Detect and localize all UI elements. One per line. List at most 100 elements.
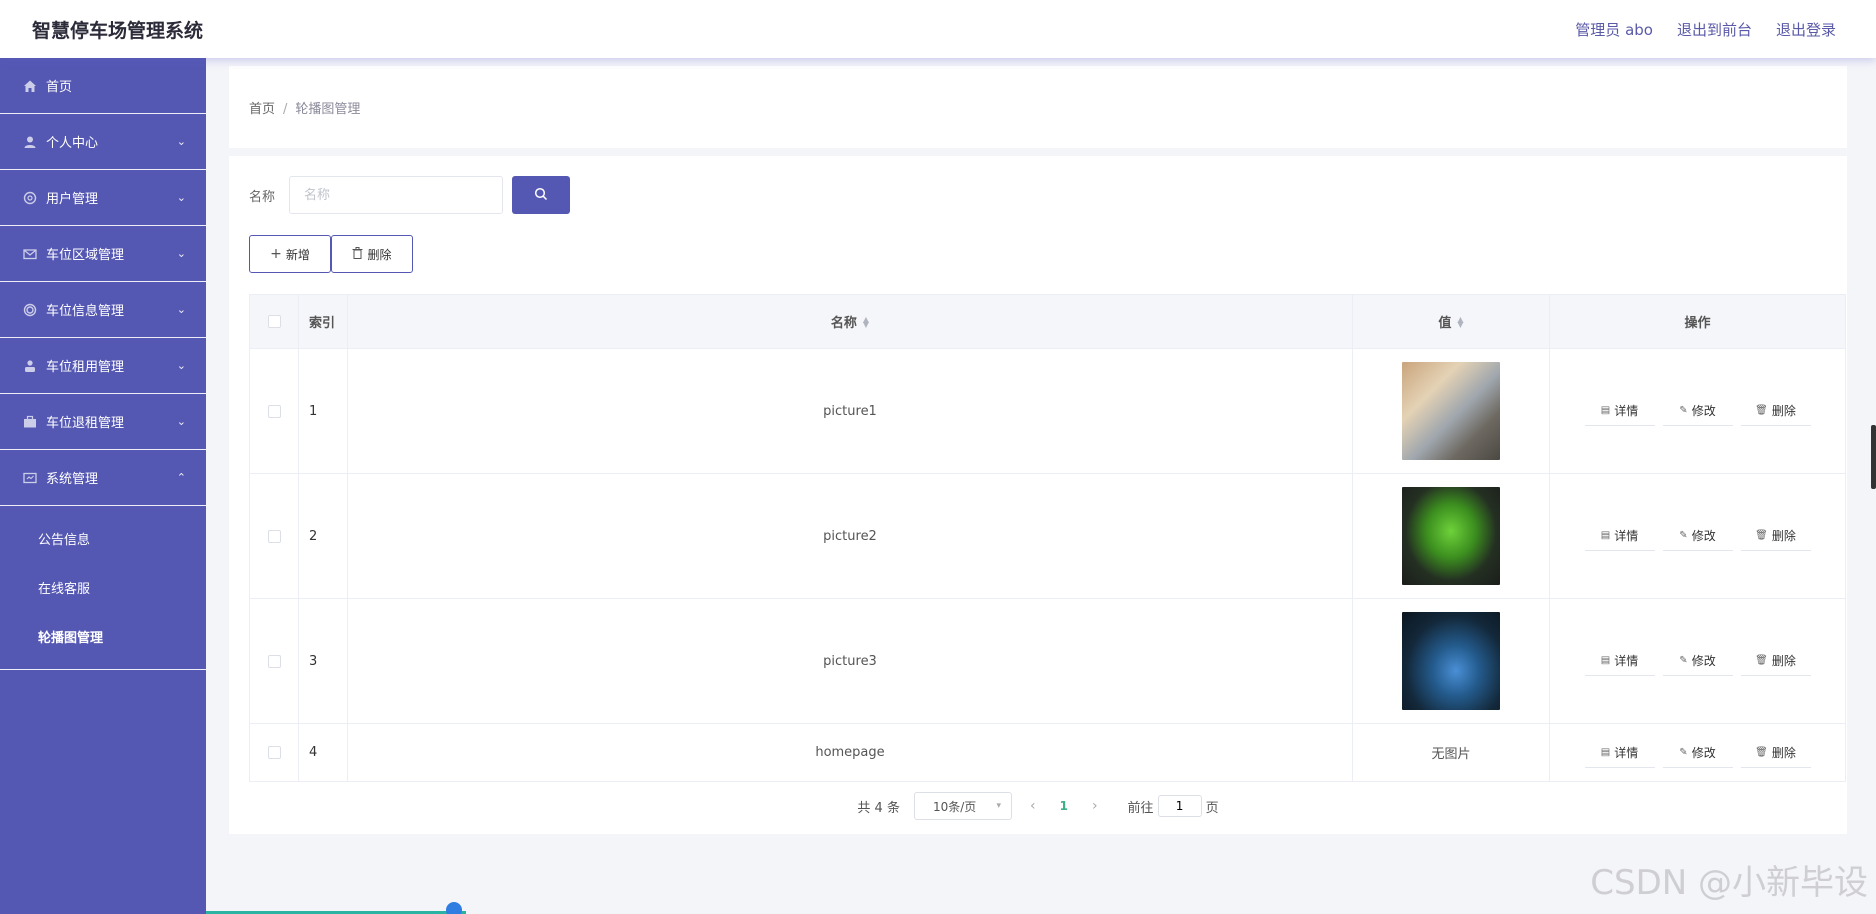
select-all-checkbox[interactable] (267, 315, 281, 328)
detail-button[interactable]: ▤ 详情 (1584, 521, 1655, 551)
row-checkbox-cell (250, 349, 299, 473)
search-input[interactable] (289, 176, 503, 214)
row-value: 无图片 (1353, 724, 1550, 781)
goto-page: 前往 页 (1128, 795, 1219, 817)
sidebar-item-label: 车位退租管理 (46, 416, 125, 431)
edit-label: 修改 (1691, 654, 1716, 668)
sidebar-item-parking-return[interactable]: 车位退租管理 ⌄ (0, 394, 206, 450)
submenu-item-online-service[interactable]: 在线客服 (0, 563, 206, 612)
goto-label: 前往 (1127, 800, 1154, 816)
sidebar-item-user-management[interactable]: 用户管理 ⌄ (0, 170, 206, 226)
chevron-down-icon: ⌄ (176, 246, 186, 260)
right-scrollbar[interactable] (1871, 425, 1876, 489)
trash-icon: 🗑 (1755, 530, 1768, 541)
header-name[interactable]: 名称 ▲ ▼ (348, 295, 1353, 348)
row-checkbox[interactable] (267, 529, 281, 543)
sidebar-item-label: 车位信息管理 (46, 304, 125, 319)
edit-button[interactable]: ✎ 修改 (1662, 396, 1733, 426)
detail-button[interactable]: ▤ 详情 (1584, 737, 1655, 768)
current-page-number[interactable]: 1 (1054, 799, 1074, 813)
watermark: CSDN @小新毕设 (1590, 863, 1868, 903)
row-checkbox-cell (250, 474, 299, 598)
detail-label: 详情 (1614, 404, 1639, 418)
plus-icon: + (270, 246, 282, 262)
edit-button[interactable]: ✎ 修改 (1662, 521, 1733, 551)
row-index: 4 (299, 724, 348, 781)
breadcrumb-current: 轮播图管理 (295, 102, 361, 117)
next-page-button[interactable]: › (1086, 798, 1104, 814)
trash-icon: 🗑 (1755, 405, 1768, 416)
prev-page-button[interactable]: ‹ (1024, 798, 1042, 814)
chevron-down-icon: ▾ (996, 801, 1001, 811)
add-button[interactable]: + 新增 (249, 235, 331, 273)
page-size-select[interactable]: 10条/页 ▾ (913, 792, 1012, 820)
edit-button[interactable]: ✎ 修改 (1662, 646, 1733, 676)
page-suffix: 页 (1205, 800, 1219, 816)
document-icon: ▤ (1600, 746, 1611, 758)
goto-page-input[interactable] (1157, 795, 1202, 817)
header-checkbox-cell (250, 295, 299, 348)
ring-icon (22, 302, 38, 318)
row-checkbox[interactable] (267, 746, 281, 759)
chevron-down-icon: ⌄ (176, 302, 186, 316)
row-checkbox[interactable] (267, 404, 281, 418)
sidebar-item-parking-area[interactable]: 车位区域管理 ⌄ (0, 226, 206, 282)
row-index: 1 (299, 349, 348, 473)
detail-button[interactable]: ▤ 详情 (1584, 646, 1655, 676)
row-name: picture2 (348, 474, 1353, 598)
delete-label: 删除 (1771, 654, 1796, 668)
sidebar-item-home[interactable]: 首页 (0, 58, 206, 114)
submenu-item-carousel[interactable]: 轮播图管理 (0, 612, 206, 661)
car-thumbnail-image[interactable] (1402, 612, 1500, 710)
delete-button[interactable]: 🗑 删除 (1740, 521, 1811, 551)
search-label: 名称 (249, 190, 276, 205)
sidebar-item-parking-info[interactable]: 车位信息管理 ⌄ (0, 282, 206, 338)
header-name-label: 名称 (830, 316, 857, 331)
delete-label: 删除 (1771, 529, 1796, 543)
delete-button[interactable]: 🗑 删除 (1740, 737, 1811, 768)
page-size-value: 10条/页 (932, 799, 977, 814)
row-index: 2 (299, 474, 348, 598)
sidebar-item-personal-center[interactable]: 个人中心 ⌄ (0, 114, 206, 170)
admin-user-link[interactable]: 管理员 abo (1575, 19, 1653, 40)
logout-link[interactable]: 退出登录 (1776, 19, 1836, 40)
edit-button[interactable]: ✎ 修改 (1662, 737, 1733, 768)
search-button[interactable] (512, 176, 570, 214)
edit-label: 修改 (1691, 745, 1716, 760)
home-icon (22, 78, 38, 94)
pencil-icon: ✎ (1679, 655, 1688, 666)
sidebar-item-label: 个人中心 (46, 136, 99, 151)
table-header-row: 索引 名称 ▲ ▼ 值 ▲ ▼ 操作 (250, 295, 1845, 349)
breadcrumb-card: 首页 / 轮播图管理 (229, 66, 1847, 148)
header-value-label: 值 (1438, 316, 1452, 331)
row-index: 3 (299, 599, 348, 723)
sidebar: 首页 个人中心 ⌄ 用户管理 ⌄ 车位区域管理 ⌄ 车位信息管理 ⌄ 车位租用管… (0, 58, 206, 914)
delete-button[interactable]: 🗑 删除 (1740, 396, 1811, 426)
breadcrumb-separator: / (283, 102, 288, 117)
header-value[interactable]: 值 ▲ ▼ (1353, 295, 1550, 348)
car-thumbnail-image[interactable] (1402, 487, 1500, 585)
row-actions: ▤ 详情 ✎ 修改 🗑 删除 (1550, 349, 1845, 473)
car-thumbnail-image[interactable] (1402, 362, 1500, 460)
sort-icon[interactable]: ▲ ▼ (1457, 315, 1463, 328)
sidebar-item-label: 首页 (46, 80, 73, 95)
sort-icon[interactable]: ▲ ▼ (863, 315, 869, 328)
delete-button[interactable]: 🗑 删除 (1740, 646, 1811, 676)
breadcrumb: 首页 / 轮播图管理 (249, 98, 360, 117)
trash-icon (352, 246, 363, 262)
document-icon: ▤ (1600, 530, 1611, 541)
row-actions: ▤ 详情 ✎ 修改 🗑 删除 (1550, 474, 1845, 598)
breadcrumb-home[interactable]: 首页 (249, 102, 275, 117)
header-actions: 操作 (1684, 316, 1711, 331)
settings-icon (22, 470, 38, 486)
sidebar-item-parking-rent[interactable]: 车位租用管理 ⌄ (0, 338, 206, 394)
back-to-front-link[interactable]: 退出到前台 (1677, 19, 1752, 40)
batch-delete-button[interactable]: 删除 (331, 235, 413, 273)
detail-button[interactable]: ▤ 详情 (1584, 396, 1655, 426)
scrollbar-handle[interactable] (446, 902, 462, 914)
row-checkbox[interactable] (267, 654, 281, 668)
sidebar-item-system-management[interactable]: 系统管理 ⌃ (0, 450, 206, 506)
chevron-down-icon: ⌄ (176, 134, 186, 148)
submenu-item-announcement[interactable]: 公告信息 (0, 514, 206, 563)
pencil-icon: ✎ (1679, 405, 1688, 416)
